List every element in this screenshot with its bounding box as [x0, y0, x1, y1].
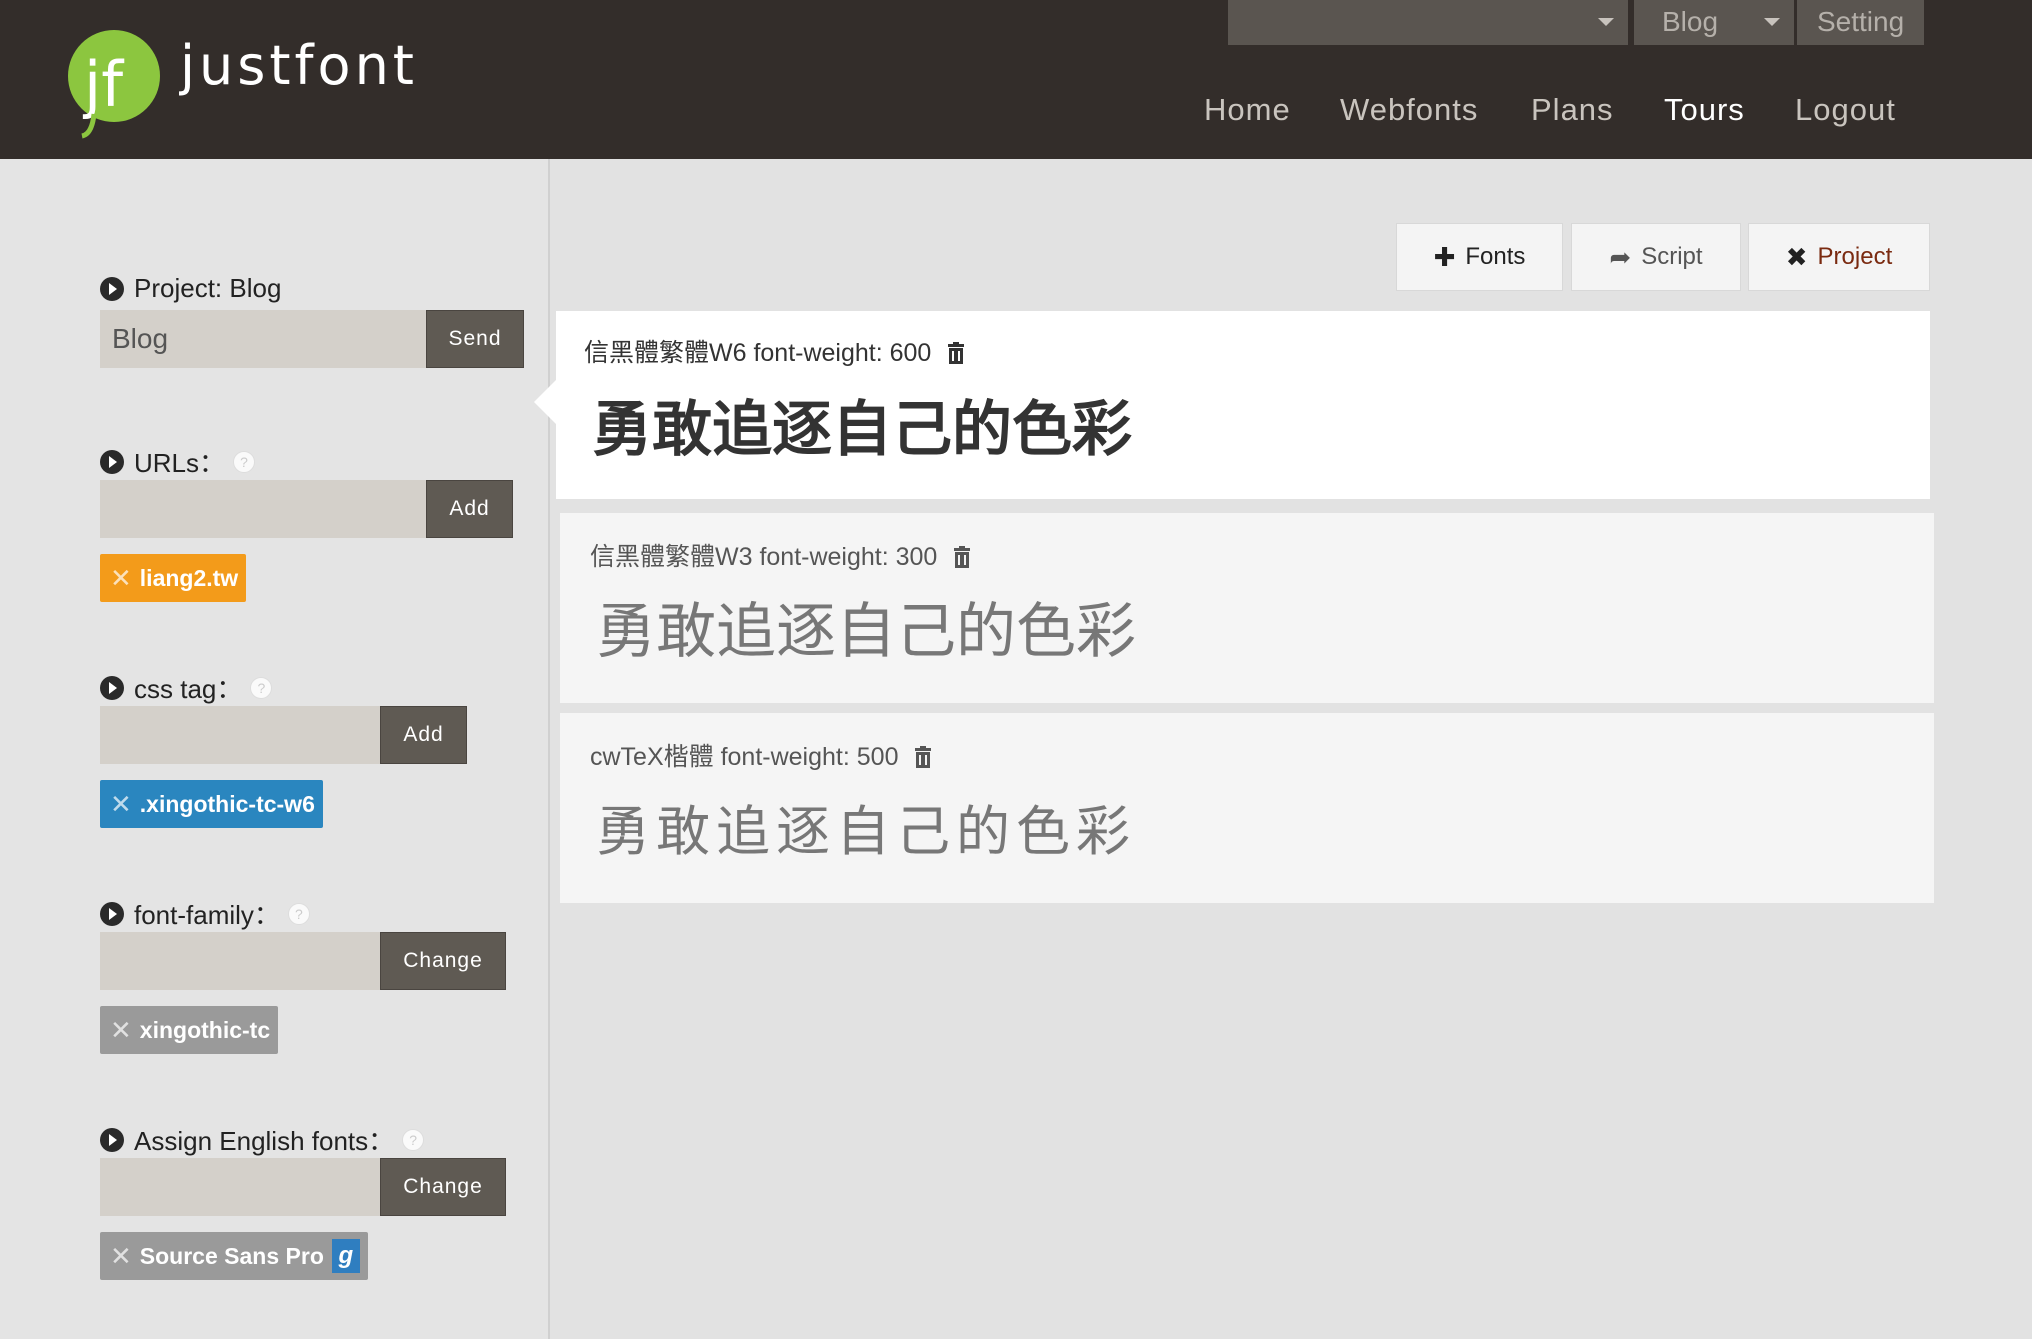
- send-button[interactable]: Send: [426, 310, 524, 368]
- nav-logout[interactable]: Logout: [1795, 92, 1896, 128]
- english-fonts-tag: ✕ Source Sans Pro g: [100, 1232, 368, 1280]
- delete-project-button[interactable]: ✖ Project: [1748, 223, 1930, 291]
- project-name-input[interactable]: [100, 310, 426, 368]
- change-font-family-button[interactable]: Change: [380, 932, 506, 990]
- font-meta-text: cwTeX楷體 font-weight: 500: [590, 743, 899, 771]
- font-meta-text: 信黑體繁體W6 font-weight: 600: [584, 339, 932, 367]
- trash-icon[interactable]: [952, 546, 972, 568]
- font-family-label: font-family：: [134, 900, 280, 930]
- arrow-right-icon: [100, 675, 124, 700]
- close-icon: ✖: [1785, 241, 1808, 272]
- chevron-down-icon: [1764, 18, 1780, 26]
- nav-plans[interactable]: Plans: [1531, 92, 1614, 128]
- change-english-fonts-button[interactable]: Change: [380, 1158, 506, 1216]
- urls-label: URLs：: [134, 448, 226, 478]
- blog-dropdown[interactable]: Blog: [1634, 0, 1794, 45]
- url-tag-label: liang2.tw: [139, 564, 239, 591]
- plus-icon: ✚: [1433, 241, 1456, 272]
- add-fonts-button[interactable]: ✚ Fonts: [1396, 223, 1563, 291]
- setting-button[interactable]: Setting: [1797, 0, 1924, 45]
- css-tag-tag: ✕ .xingothic-tc-w6: [100, 780, 323, 828]
- nav-home[interactable]: Home: [1204, 92, 1291, 128]
- svg-text:jf: jf: [82, 48, 125, 121]
- font-meta: 信黑體繁體W3 font-weight: 300: [590, 537, 972, 573]
- font-family-tag-label: xingothic-tc: [139, 1016, 271, 1043]
- nav-webfonts[interactable]: Webfonts: [1340, 92, 1478, 128]
- font-family-section-label: font-family： ?: [100, 895, 310, 932]
- url-tag: ✕ liang2.tw: [100, 554, 247, 602]
- project-section-label: Project: Blog: [100, 273, 281, 304]
- font-card[interactable]: cwTeX楷體 font-weight: 500 勇敢追逐自己的色彩: [560, 713, 1934, 903]
- font-meta: cwTeX楷體 font-weight: 500: [590, 737, 933, 773]
- arrow-right-icon: [100, 449, 124, 474]
- account-dropdown[interactable]: [1228, 0, 1628, 45]
- url-input[interactable]: [100, 480, 426, 538]
- top-header: jf justfont Blog Setting Home Webfonts P…: [0, 0, 2032, 159]
- arrow-right-icon: [100, 1127, 124, 1152]
- selection-pointer: [534, 380, 556, 424]
- trash-icon[interactable]: [913, 746, 933, 768]
- nav-tours[interactable]: Tours: [1664, 92, 1745, 128]
- remove-icon[interactable]: ✕: [110, 1015, 132, 1046]
- font-meta-text: 信黑體繁體W3 font-weight: 300: [590, 543, 938, 571]
- arrow-right-icon: [100, 276, 124, 301]
- remove-icon[interactable]: ✕: [110, 563, 132, 594]
- font-family-input[interactable]: [100, 932, 380, 990]
- blog-dropdown-label: Blog: [1662, 6, 1719, 37]
- font-sample: 勇敢追逐自己的色彩: [596, 598, 1136, 665]
- english-fonts-section-label: Assign English fonts： ?: [100, 1121, 425, 1158]
- font-meta: 信黑體繁體W6 font-weight: 600: [584, 333, 966, 369]
- font-card-selected[interactable]: 信黑體繁體W6 font-weight: 600 勇敢追逐自己的色彩: [556, 311, 1930, 499]
- help-icon[interactable]: ?: [250, 676, 273, 699]
- css-tag-input[interactable]: [100, 706, 380, 764]
- script-button[interactable]: ➦ Script: [1571, 223, 1741, 291]
- chevron-down-icon: [1598, 18, 1614, 26]
- add-css-tag-button[interactable]: Add: [380, 706, 467, 764]
- urls-section-label: URLs： ?: [100, 443, 256, 480]
- trash-icon[interactable]: [946, 342, 966, 364]
- add-url-button[interactable]: Add: [426, 480, 513, 538]
- add-fonts-label: Fonts: [1465, 243, 1526, 270]
- help-icon[interactable]: ?: [287, 902, 310, 925]
- project-label: Project: Blog: [134, 273, 282, 303]
- font-card[interactable]: 信黑體繁體W3 font-weight: 300 勇敢追逐自己的色彩: [560, 513, 1934, 703]
- font-sample: 勇敢追逐自己的色彩: [592, 396, 1132, 463]
- english-fonts-input[interactable]: [100, 1158, 380, 1216]
- english-fonts-label: Assign English fonts：: [134, 1126, 395, 1156]
- delete-project-label: Project: [1817, 243, 1893, 270]
- setting-label: Setting: [1817, 6, 1905, 37]
- justfont-logo[interactable]: jf: [64, 24, 164, 144]
- font-sample: 勇敢追逐自己的色彩: [596, 800, 1136, 863]
- brand-name[interactable]: justfont: [180, 34, 418, 97]
- css-tag-tag-label: .xingothic-tc-w6: [139, 790, 315, 817]
- google-fonts-icon: g: [331, 1239, 360, 1273]
- remove-icon[interactable]: ✕: [110, 1241, 132, 1272]
- remove-icon[interactable]: ✕: [110, 789, 132, 820]
- help-icon[interactable]: ?: [402, 1128, 425, 1151]
- help-icon[interactable]: ?: [233, 450, 256, 473]
- script-label: Script: [1641, 243, 1703, 270]
- english-fonts-tag-label: Source Sans Pro: [139, 1242, 324, 1269]
- css-tag-section-label: css tag： ?: [100, 669, 273, 706]
- arrow-right-icon: [100, 901, 124, 926]
- css-tag-label: css tag：: [134, 674, 243, 704]
- font-family-tag: ✕ xingothic-tc: [100, 1006, 279, 1054]
- share-arrow-icon: ➦: [1609, 241, 1632, 272]
